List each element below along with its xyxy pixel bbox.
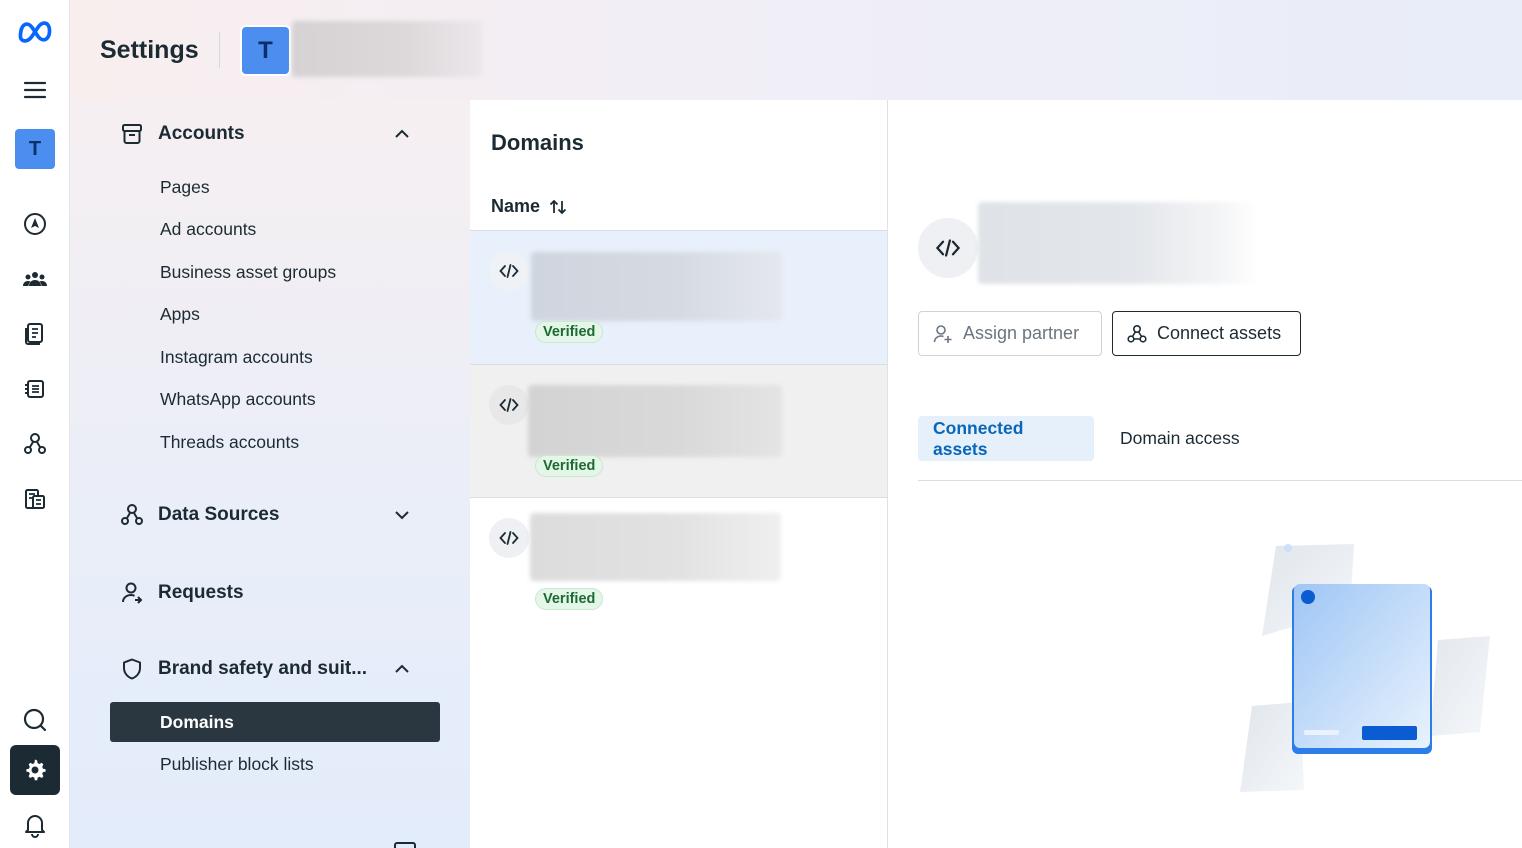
person-request-icon	[122, 582, 143, 604]
domain-title-redacted	[978, 202, 1258, 284]
shield-icon	[123, 658, 141, 680]
nav-item-whatsapp-accounts[interactable]: WhatsApp accounts	[160, 389, 316, 410]
nav-section-label: Requests	[158, 582, 244, 603]
nav-section-brand-safety[interactable]: Brand safety and suit...	[120, 653, 409, 685]
verified-badge: Verified	[535, 455, 604, 477]
connect-assets-button[interactable]: Connect assets	[1112, 311, 1301, 356]
business-avatar[interactable]: T	[15, 129, 55, 169]
divider	[219, 32, 220, 68]
tab-connected-assets[interactable]: Connected assets	[918, 416, 1094, 461]
nav-section-label: Data Sources	[158, 504, 280, 525]
settings-sidebar: Accounts Pages Ad accounts Business asse…	[70, 100, 470, 848]
connect-icon	[1127, 324, 1147, 343]
compass-icon[interactable]	[15, 204, 55, 244]
nav-section-label: Accounts	[158, 123, 245, 144]
archive-icon	[122, 124, 142, 144]
add-person-icon	[933, 324, 952, 343]
tab-divider	[918, 480, 1522, 481]
business-switcher-avatar[interactable]: T	[242, 27, 289, 74]
domain-name-redacted	[530, 513, 781, 581]
collapse-sidebar-icon[interactable]	[394, 842, 416, 848]
integrations-icon[interactable]	[15, 424, 55, 464]
chevron-up-icon[interactable]	[392, 124, 412, 144]
domain-row[interactable]: Verified	[470, 497, 887, 630]
search-icon[interactable]	[15, 700, 55, 740]
nav-section-data-sources[interactable]: Data Sources	[120, 499, 409, 531]
nav-item-apps[interactable]: Apps	[160, 304, 200, 325]
nav-section-accounts[interactable]: Accounts	[120, 118, 409, 150]
button-label: Connect assets	[1157, 323, 1282, 343]
name-column-header[interactable]: Name	[491, 196, 568, 217]
billing-icon[interactable]	[15, 479, 55, 519]
domain-row[interactable]: Verified	[470, 230, 887, 364]
domain-name-redacted	[528, 385, 782, 457]
code-icon	[918, 218, 978, 278]
nav-item-ad-accounts[interactable]: Ad accounts	[160, 219, 256, 240]
data-sources-icon	[121, 504, 143, 525]
chevron-up-icon[interactable]	[392, 659, 412, 679]
domain-list-panel: Domains Name Verified Verified Verified	[470, 100, 888, 848]
nav-item-publisher-block-lists[interactable]: Publisher block lists	[160, 754, 314, 775]
bell-icon[interactable]	[15, 805, 55, 845]
business-name-redacted[interactable]	[292, 21, 482, 77]
code-icon	[489, 518, 529, 558]
button-label: Assign partner	[963, 323, 1080, 343]
domain-detail-panel: Assign partner Connect assets Connected …	[888, 100, 1522, 848]
verified-badge: Verified	[535, 588, 604, 610]
global-nav-rail: T	[0, 0, 70, 848]
nav-section-label: Brand safety and suit...	[158, 658, 368, 679]
domain-name-redacted	[531, 252, 782, 321]
column-header-label: Name	[491, 196, 541, 216]
meta-logo-icon[interactable]	[15, 10, 55, 50]
section-title: Domains	[491, 130, 584, 155]
assign-partner-button[interactable]: Assign partner	[918, 311, 1102, 356]
nav-item-instagram-accounts[interactable]: Instagram accounts	[160, 347, 313, 368]
people-icon[interactable]	[15, 259, 55, 299]
nav-item-business-asset-groups[interactable]: Business asset groups	[160, 262, 336, 283]
verified-badge: Verified	[535, 321, 604, 343]
domain-row[interactable]: Verified	[470, 364, 887, 497]
inbox-icon[interactable]	[15, 369, 55, 409]
pages-icon[interactable]	[15, 314, 55, 354]
tab-domain-access[interactable]: Domain access	[1105, 416, 1255, 461]
settings-icon[interactable]	[10, 745, 60, 795]
page-title: Settings	[100, 36, 199, 64]
connected-assets-illustration	[1240, 544, 1490, 792]
nav-item-pages[interactable]: Pages	[160, 177, 210, 198]
code-icon	[489, 251, 529, 291]
chevron-down-icon[interactable]	[392, 505, 412, 525]
nav-section-requests[interactable]: Requests	[120, 577, 244, 609]
nav-item-domains[interactable]: Domains	[110, 702, 440, 742]
code-icon	[489, 385, 529, 425]
menu-icon[interactable]	[15, 70, 55, 110]
sort-icon[interactable]	[548, 197, 568, 217]
nav-item-threads-accounts[interactable]: Threads accounts	[160, 432, 299, 453]
